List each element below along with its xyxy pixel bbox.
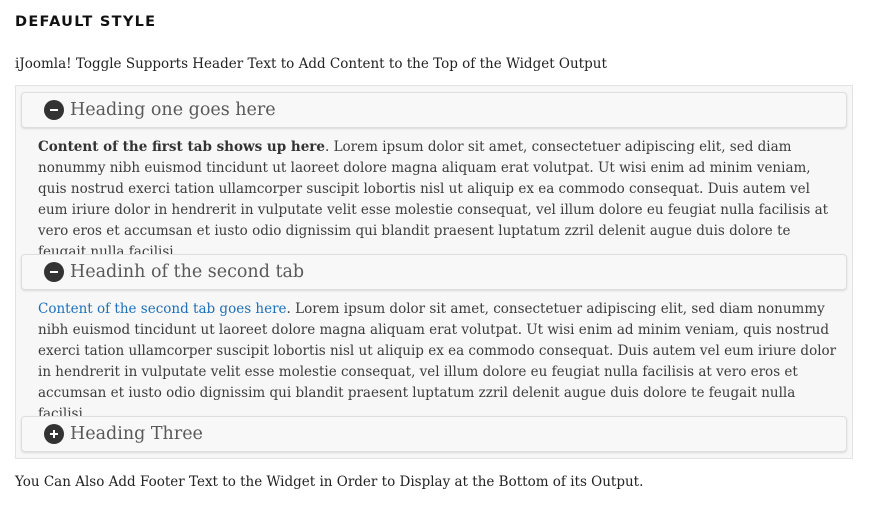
tab-title-two: Headinh of the second tab (70, 262, 305, 282)
tab-content-two: Content of the second tab goes here. Lor… (38, 299, 838, 425)
minus-icon[interactable] (44, 262, 64, 282)
tab-heading-two[interactable]: Headinh of the second tab (21, 254, 847, 290)
tab-heading-one[interactable]: Heading one goes here (21, 92, 847, 128)
tab-content-one-lead: Content of the first tab shows up here (38, 139, 325, 155)
toggle-widget: Heading one goes here Content of the fir… (15, 85, 853, 459)
tab-content-one-body: . Lorem ipsum dolor sit amet, consectetu… (38, 139, 829, 260)
tab-content-two-link[interactable]: Content of the second tab goes here (38, 301, 287, 317)
tab-heading-three[interactable]: Heading Three (21, 416, 847, 452)
page-title: DEFAULT STYLE (15, 14, 157, 30)
plus-icon[interactable] (44, 424, 64, 444)
widget-header-text: iJoomla! Toggle Supports Header Text to … (15, 56, 607, 72)
minus-icon[interactable] (44, 100, 64, 120)
tab-title-one: Heading one goes here (70, 100, 276, 120)
tab-content-one: Content of the first tab shows up here. … (38, 137, 838, 263)
tab-content-two-body: . Lorem ipsum dolor sit amet, consectetu… (38, 301, 837, 422)
widget-footer-text: You Can Also Add Footer Text to the Widg… (15, 474, 644, 490)
tab-title-three: Heading Three (70, 424, 203, 444)
